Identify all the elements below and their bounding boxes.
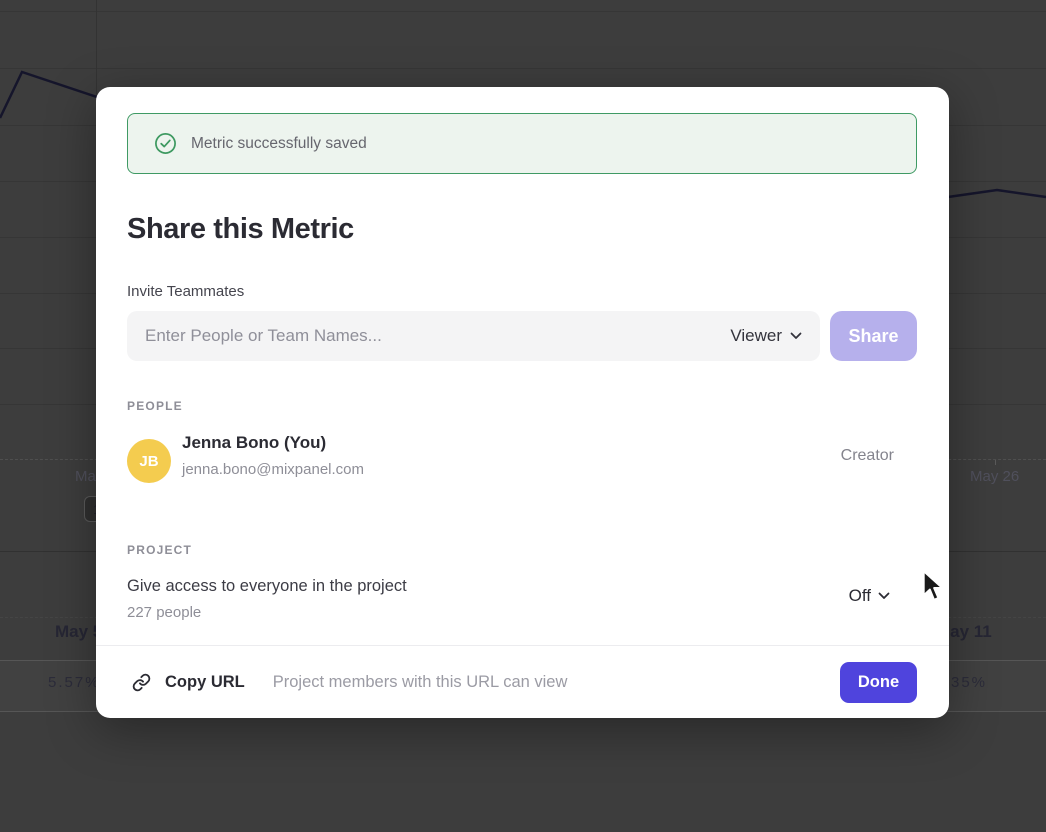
success-toast: Metric successfully saved — [127, 113, 917, 174]
done-button[interactable]: Done — [840, 662, 917, 703]
x-axis-label-right: May 26 — [970, 468, 1019, 485]
avatar: JB — [127, 439, 171, 483]
project-people-count: 227 people — [127, 604, 201, 621]
share-button[interactable]: Share — [830, 311, 917, 361]
check-circle-icon — [154, 132, 177, 155]
modal-footer: Copy URL Project members with this URL c… — [96, 645, 949, 718]
modal-title: Share this Metric — [127, 213, 354, 246]
link-icon — [132, 673, 151, 692]
project-access-row: Give access to everyone in the project 2… — [127, 577, 917, 633]
share-metric-modal: Metric successfully saved Share this Met… — [96, 87, 949, 718]
toast-message: Metric successfully saved — [191, 135, 367, 153]
role-dropdown[interactable]: Viewer — [728, 322, 804, 350]
person-row: JB Jenna Bono (You) jenna.bono@mixpanel.… — [127, 433, 917, 491]
project-access-value: Off — [849, 586, 871, 606]
copy-url-button[interactable]: Copy URL — [132, 673, 245, 692]
table-value-left: 5.57% — [48, 674, 101, 691]
people-section-label: PEOPLE — [127, 399, 183, 413]
invite-input-row: Viewer Share — [127, 311, 917, 361]
invite-people-input[interactable] — [143, 325, 728, 347]
project-section-label: PROJECT — [127, 543, 192, 557]
person-name: Jenna Bono (You) — [182, 433, 326, 453]
role-dropdown-value: Viewer — [730, 326, 782, 346]
invite-input-container: Viewer — [127, 311, 820, 361]
invite-teammates-label: Invite Teammates — [127, 283, 244, 300]
share-url-hint: Project members with this URL can view — [273, 673, 568, 692]
project-access-title: Give access to everyone in the project — [127, 577, 407, 596]
copy-url-label: Copy URL — [165, 673, 245, 692]
person-role: Creator — [841, 447, 894, 465]
project-access-dropdown[interactable]: Off — [849, 586, 890, 606]
person-email: jenna.bono@mixpanel.com — [182, 461, 364, 478]
table-value-right: 35% — [951, 674, 987, 691]
line-series-right — [948, 190, 1046, 197]
chevron-down-icon — [878, 592, 890, 600]
chevron-down-icon — [790, 332, 802, 340]
